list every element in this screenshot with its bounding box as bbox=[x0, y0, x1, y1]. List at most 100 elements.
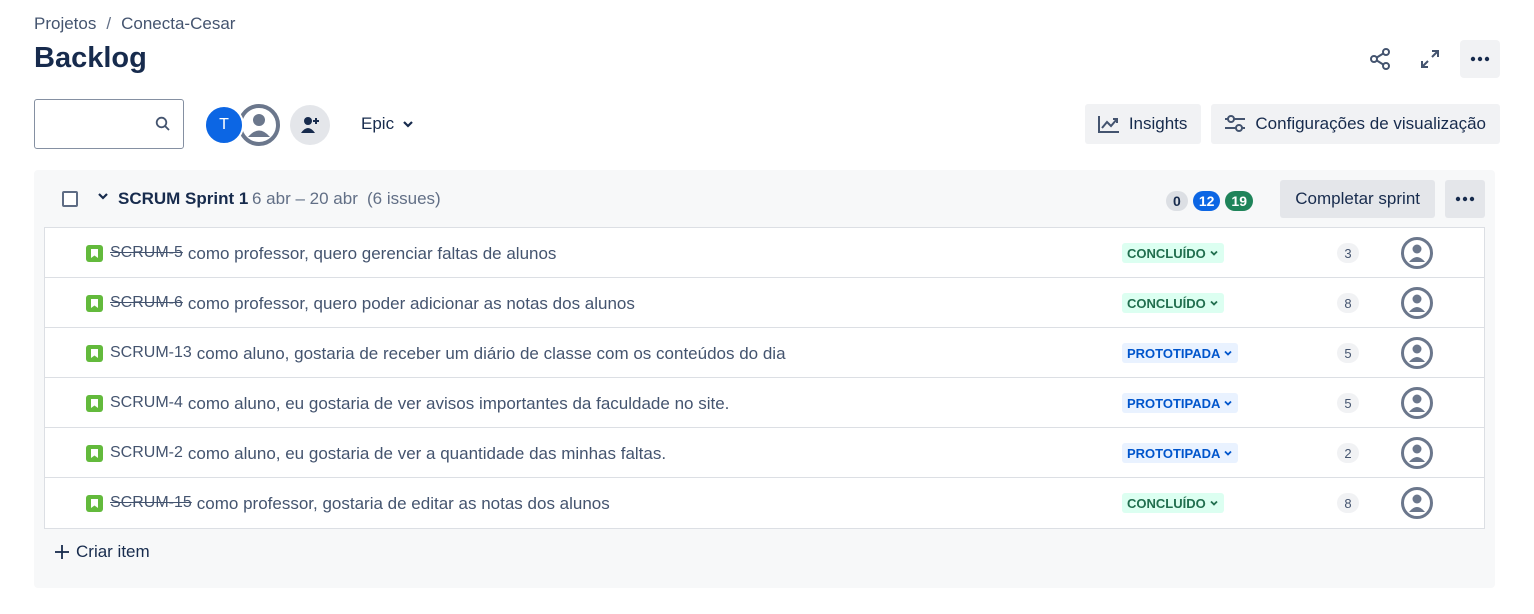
add-person-icon bbox=[301, 117, 319, 133]
toolbar: T Epic Insights Configurações de visuali… bbox=[34, 99, 1500, 149]
breadcrumb-projects[interactable]: Projetos bbox=[34, 14, 96, 34]
toolbar-right-buttons: Insights Configurações de visualização bbox=[1084, 104, 1500, 144]
view-settings-button[interactable]: Configurações de visualização bbox=[1211, 104, 1500, 144]
issue-key[interactable]: SCRUM-13 bbox=[110, 344, 192, 364]
status-label: CONCLUÍDO bbox=[1127, 245, 1206, 261]
view-settings-label: Configurações de visualização bbox=[1255, 114, 1486, 133]
complete-sprint-button[interactable]: Completar sprint bbox=[1280, 180, 1435, 218]
sprint-select-checkbox[interactable] bbox=[62, 191, 78, 207]
avatar-user-t[interactable]: T bbox=[204, 105, 244, 145]
collapse-chevron-icon[interactable] bbox=[96, 189, 110, 203]
add-people-button[interactable] bbox=[290, 105, 330, 145]
issue-summary[interactable]: como professor, quero poder adicionar as… bbox=[188, 294, 635, 314]
issue-row[interactable]: SCRUM-6 como professor, quero poder adic… bbox=[45, 278, 1484, 328]
issue-row[interactable]: SCRUM-13 como aluno, gostaria de receber… bbox=[45, 328, 1484, 378]
issue-key[interactable]: SCRUM-2 bbox=[110, 444, 183, 464]
share-button[interactable] bbox=[1360, 40, 1400, 78]
issue-summary[interactable]: como professor, gostaria de editar as no… bbox=[197, 494, 610, 514]
sprint-header: SCRUM Sprint 1 6 abr – 20 abr (6 issues)… bbox=[34, 170, 1495, 226]
story-points-badge[interactable]: 8 bbox=[1337, 293, 1359, 313]
sprint-dates: 6 abr – 20 abr bbox=[252, 189, 358, 208]
user-avatar-icon bbox=[238, 104, 280, 146]
page-title: Backlog bbox=[34, 42, 147, 74]
issue-row[interactable]: SCRUM-5 como professor, quero gerenciar … bbox=[45, 228, 1484, 278]
breadcrumb-separator: / bbox=[106, 14, 112, 33]
issue-summary[interactable]: como aluno, eu gostaria de ver avisos im… bbox=[188, 394, 730, 414]
chevron-down-icon bbox=[403, 121, 413, 128]
fullscreen-button[interactable] bbox=[1410, 40, 1450, 78]
status-dropdown[interactable]: PROTOTIPADA bbox=[1122, 393, 1239, 413]
top-actions bbox=[1360, 40, 1500, 78]
status-dropdown[interactable]: CONCLUÍDO bbox=[1122, 293, 1224, 313]
search-input[interactable] bbox=[43, 100, 153, 148]
story-points-badge[interactable]: 5 bbox=[1337, 343, 1359, 363]
in-progress-points-badge: 12 bbox=[1192, 191, 1221, 211]
expand-icon bbox=[1421, 50, 1439, 68]
sprint-panel: SCRUM Sprint 1 6 abr – 20 abr (6 issues)… bbox=[34, 170, 1495, 588]
sprint-name[interactable]: SCRUM Sprint 1 bbox=[118, 189, 248, 209]
status-label: PROTOTIPADA bbox=[1127, 345, 1221, 361]
epic-filter-dropdown[interactable]: Epic bbox=[352, 104, 423, 144]
issue-key[interactable]: SCRUM-5 bbox=[110, 244, 183, 264]
issue-text: SCRUM-2 como aluno, eu gostaria de ver a… bbox=[110, 444, 666, 464]
issue-row[interactable]: SCRUM-15 como professor, gostaria de edi… bbox=[45, 478, 1484, 528]
issue-text: SCRUM-15 como professor, gostaria de edi… bbox=[110, 494, 610, 514]
assignee-avatar-icon[interactable] bbox=[1401, 237, 1433, 269]
story-icon bbox=[86, 395, 103, 412]
story-icon bbox=[86, 495, 103, 512]
issue-text: SCRUM-4 como aluno, eu gostaria de ver a… bbox=[110, 394, 729, 414]
issue-summary[interactable]: como professor, quero gerenciar faltas d… bbox=[188, 244, 557, 264]
assignee-avatar-icon[interactable] bbox=[1401, 437, 1433, 469]
issue-text: SCRUM-13 como aluno, gostaria de receber… bbox=[110, 344, 786, 364]
story-points-badge[interactable]: 3 bbox=[1337, 243, 1359, 263]
story-points-badge[interactable]: 8 bbox=[1337, 493, 1359, 513]
status-dropdown[interactable]: CONCLUÍDO bbox=[1122, 493, 1224, 513]
more-icon bbox=[1470, 56, 1490, 62]
chevron-down-icon bbox=[1210, 300, 1218, 306]
share-icon bbox=[1370, 48, 1390, 70]
search-box[interactable] bbox=[34, 99, 184, 149]
avatar-anonymous[interactable] bbox=[238, 104, 280, 146]
sprint-issue-count: (6 issues) bbox=[367, 189, 441, 208]
sprint-points-summary: 0 12 19 bbox=[1165, 191, 1253, 211]
issue-row[interactable]: SCRUM-2 como aluno, eu gostaria de ver a… bbox=[45, 428, 1484, 478]
chevron-down-icon bbox=[1210, 500, 1218, 506]
status-dropdown[interactable]: CONCLUÍDO bbox=[1122, 243, 1224, 263]
assignee-avatar-icon[interactable] bbox=[1401, 337, 1433, 369]
chevron-down-icon bbox=[1224, 350, 1233, 356]
more-icon bbox=[1455, 196, 1475, 202]
plus-icon bbox=[55, 545, 69, 559]
breadcrumb-project[interactable]: Conecta-Cesar bbox=[121, 14, 235, 34]
story-points-badge[interactable]: 5 bbox=[1337, 393, 1359, 413]
sprint-more-button[interactable] bbox=[1445, 180, 1485, 218]
issue-text: SCRUM-5 como professor, quero gerenciar … bbox=[110, 244, 556, 264]
story-icon bbox=[86, 245, 103, 262]
issue-key[interactable]: SCRUM-15 bbox=[110, 494, 192, 514]
issue-summary[interactable]: como aluno, eu gostaria de ver a quantid… bbox=[188, 444, 666, 464]
issue-key[interactable]: SCRUM-6 bbox=[110, 294, 183, 314]
todo-points-badge: 0 bbox=[1165, 191, 1188, 211]
issue-row[interactable]: SCRUM-4 como aluno, eu gostaria de ver a… bbox=[45, 378, 1484, 428]
search-icon bbox=[155, 116, 170, 131]
story-points-badge[interactable]: 2 bbox=[1337, 443, 1359, 463]
insights-label: Insights bbox=[1128, 114, 1188, 133]
status-label: CONCLUÍDO bbox=[1127, 295, 1206, 311]
status-dropdown[interactable]: PROTOTIPADA bbox=[1122, 443, 1239, 463]
chevron-down-icon bbox=[1210, 250, 1218, 256]
create-item-button[interactable]: Criar item bbox=[54, 542, 150, 562]
status-dropdown[interactable]: PROTOTIPADA bbox=[1122, 343, 1239, 363]
chart-line-icon bbox=[1097, 116, 1119, 133]
status-label: PROTOTIPADA bbox=[1127, 445, 1221, 461]
issue-key[interactable]: SCRUM-4 bbox=[110, 394, 183, 414]
more-actions-button[interactable] bbox=[1460, 40, 1500, 78]
chevron-down-icon bbox=[1224, 400, 1233, 406]
issue-list: SCRUM-5 como professor, quero gerenciar … bbox=[44, 227, 1485, 529]
story-icon bbox=[86, 345, 103, 362]
insights-button[interactable]: Insights bbox=[1084, 104, 1202, 144]
epic-filter-label: Epic bbox=[361, 114, 395, 133]
done-points-badge: 19 bbox=[1225, 191, 1253, 211]
issue-summary[interactable]: como aluno, gostaria de receber um diári… bbox=[197, 344, 786, 364]
assignee-avatar-icon[interactable] bbox=[1401, 387, 1433, 419]
assignee-avatar-icon[interactable] bbox=[1401, 287, 1433, 319]
assignee-avatar-icon[interactable] bbox=[1401, 487, 1433, 519]
